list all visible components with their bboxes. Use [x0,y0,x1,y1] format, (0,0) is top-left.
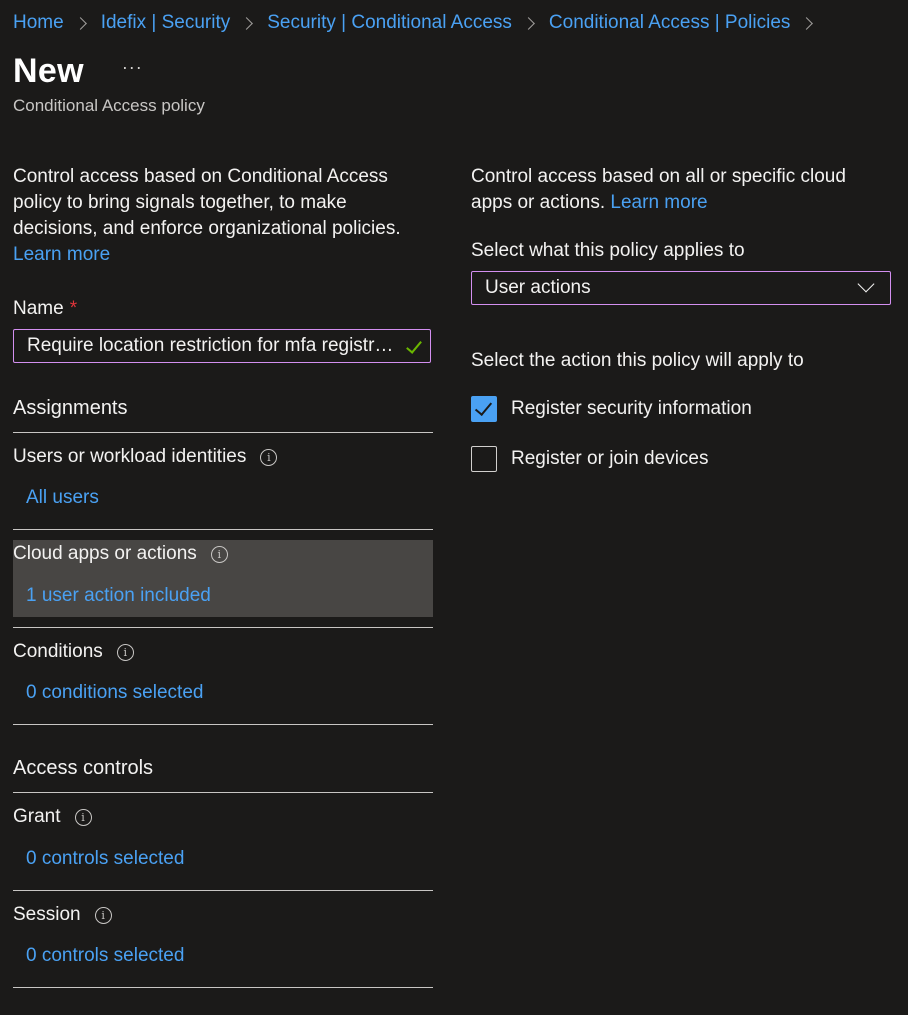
register-join-devices-checkbox[interactable] [471,446,497,472]
session-link[interactable]: 0 controls selected [26,945,184,967]
grant-label-text: Grant [13,806,61,827]
applies-to-value: User actions [485,277,591,298]
grant-label: Grant i [13,806,92,828]
register-security-info-option[interactable]: Register security information [471,396,752,422]
access-controls-heading: Access controls [13,757,154,779]
divider [13,792,433,793]
all-users-link[interactable]: All users [26,487,99,509]
learn-more-link[interactable]: Learn more [13,244,110,265]
valid-check-icon [406,337,422,354]
breadcrumb-idefix-security[interactable]: Idefix | Security [101,12,231,34]
chevron-right-icon [73,16,87,30]
breadcrumb-home[interactable]: Home [13,12,64,34]
applies-to-dropdown[interactable]: User actions [471,271,891,305]
register-security-info-checkbox[interactable] [471,396,497,422]
register-security-info-label: Register security information [511,398,752,419]
page-title: New [13,52,84,90]
right-description: Control access based on all or specific … [471,164,891,216]
chevron-down-icon [857,275,875,293]
session-label-text: Session [13,904,81,925]
cloud-apps-label: Cloud apps or actions i [13,543,228,565]
divider [13,627,433,628]
title-row: New ··· [13,52,143,91]
divider [13,529,433,530]
applies-to-label: Select what this policy applies to [471,240,745,261]
name-label-text: Name [13,298,64,319]
info-icon[interactable]: i [94,906,112,924]
info-icon[interactable]: i [260,448,278,466]
conditions-label-text: Conditions [13,641,103,662]
breadcrumb: Home Idefix | Security Security | Condit… [13,10,827,36]
grant-link[interactable]: 0 controls selected [26,848,184,870]
learn-more-link[interactable]: Learn more [610,192,707,213]
register-join-devices-option[interactable]: Register or join devices [471,446,708,472]
session-label: Session i [13,904,112,926]
conditions-label: Conditions i [13,641,134,663]
divider [13,890,433,891]
chevron-right-icon [800,16,814,30]
chevron-right-icon [240,16,254,30]
policy-name-value: Require location restriction for mfa reg… [27,335,402,356]
policy-name-input[interactable]: Require location restriction for mfa reg… [13,329,431,363]
info-icon[interactable]: i [74,808,92,826]
name-label: Name * [13,298,77,320]
divider [13,724,433,725]
divider [13,987,433,988]
cloud-apps-link[interactable]: 1 user action included [26,585,211,607]
more-options-button[interactable]: ··· [122,57,143,78]
info-icon[interactable]: i [210,545,228,563]
users-label: Users or workload identities i [13,446,278,468]
info-icon[interactable]: i [116,643,134,661]
page-subtitle: Conditional Access policy [13,96,205,115]
users-label-text: Users or workload identities [13,446,247,467]
divider [13,432,433,433]
register-join-devices-label: Register or join devices [511,448,709,469]
conditions-link[interactable]: 0 conditions selected [26,682,203,704]
required-asterisk: * [69,298,78,319]
cloud-apps-label-text: Cloud apps or actions [13,543,197,564]
action-label: Select the action this policy will apply… [471,350,804,371]
chevron-right-icon [522,16,535,30]
breadcrumb-conditional-access-policies[interactable]: Conditional Access | Policies [549,12,791,34]
left-description: Control access based on Conditional Acce… [13,164,433,268]
policy-description: Control access based on Conditional Acce… [13,166,401,239]
breadcrumb-security-conditional-access[interactable]: Security | Conditional Access [267,12,512,34]
assignments-heading: Assignments [13,397,128,419]
